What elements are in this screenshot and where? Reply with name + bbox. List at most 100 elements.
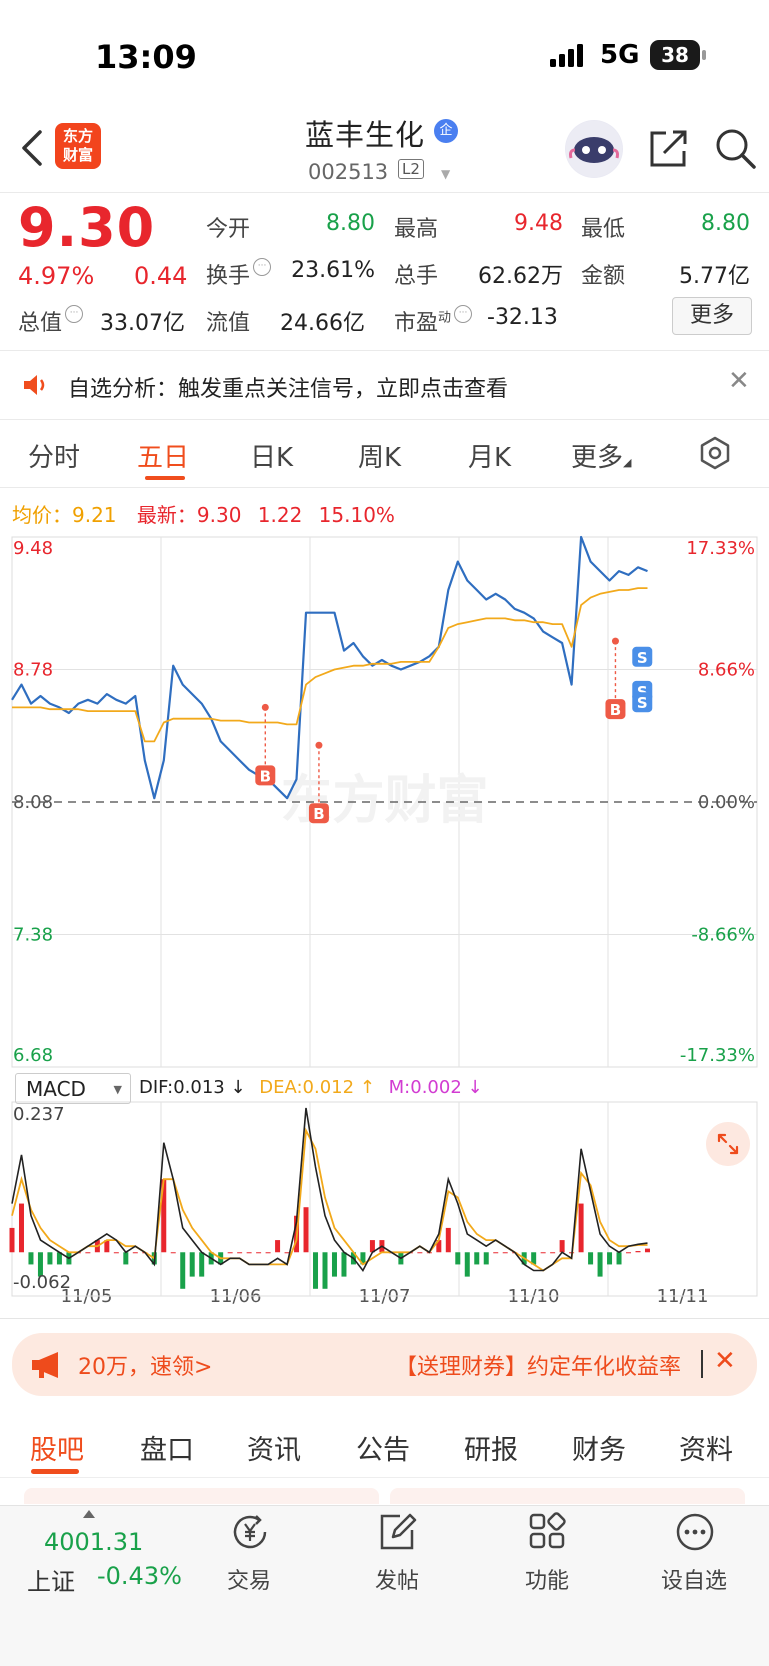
caret-up-icon[interactable] — [83, 1510, 95, 1518]
series-price — [11, 535, 648, 800]
y-axis-tick-left: 7.38 — [13, 925, 53, 946]
latest-pct: 15.10% — [318, 503, 395, 527]
y-axis-tick-left: 9.48 — [13, 538, 53, 559]
megaphone-icon — [32, 1352, 58, 1378]
change-amount: 0.44 — [134, 262, 188, 290]
notice-text[interactable]: 自选分析：触发重点关注信号，立即点击查看 — [68, 371, 508, 403]
nav-trade[interactable]: 交易 — [209, 1563, 289, 1595]
ad-separator — [701, 1350, 703, 1378]
nav-post[interactable]: 发帖 — [357, 1563, 437, 1595]
volume-label: 总手 — [394, 264, 439, 289]
sell-marker-label: S — [637, 649, 648, 667]
open-label: 今开 — [206, 217, 251, 242]
amount-value: 5.77亿 — [679, 264, 750, 289]
indicator-selector[interactable]: MACD ▼ — [15, 1073, 131, 1104]
compose-icon[interactable] — [378, 1512, 418, 1552]
tab-five-day[interactable]: 五日 — [137, 437, 189, 474]
macd-bar — [313, 1252, 319, 1289]
macd-bar — [502, 1252, 508, 1254]
y-axis-tick-left: 8.08 — [13, 792, 53, 813]
info-icon[interactable]: ··· — [65, 305, 84, 323]
tab-forum[interactable]: 股吧 — [30, 1428, 84, 1467]
macd-bar — [113, 1252, 119, 1254]
tab-profile[interactable]: 资料 — [679, 1428, 733, 1467]
ad-text-secondary[interactable]: 【送理财券】约定年化收益率 — [395, 1349, 697, 1381]
app-logo[interactable]: 东方 财富 — [55, 123, 101, 169]
macd-bar — [9, 1227, 15, 1253]
buy-marker-label: B — [260, 767, 271, 785]
ad-text-primary[interactable]: 20万，速领> — [78, 1349, 212, 1381]
battery-icon: 38 — [650, 40, 700, 70]
macd-bar — [550, 1252, 556, 1254]
macd-legend: DIF:0.013 ↓ DEA:0.012 ↑ M:0.002 ↓ — [139, 1077, 483, 1098]
tab-order-book[interactable]: 盘口 — [140, 1428, 194, 1467]
tab-more[interactable]: 更多◢ — [571, 437, 631, 474]
tab-weekly-k[interactable]: 周K — [358, 437, 401, 474]
macd-bar — [616, 1252, 622, 1265]
divider — [0, 1477, 769, 1478]
index-value[interactable]: 4001.31 — [44, 1528, 143, 1556]
macd-bar — [199, 1252, 205, 1277]
macd-bar — [341, 1252, 347, 1277]
series-avg — [12, 587, 648, 743]
nav-functions[interactable]: 功能 — [507, 1563, 587, 1595]
pe-label: 市盈动 ··· — [394, 305, 473, 337]
gear-icon[interactable] — [698, 436, 732, 470]
macd-bar — [170, 1252, 176, 1254]
y-axis-tick-right: -8.66% — [691, 925, 755, 946]
index-name[interactable]: 上证 — [27, 1562, 75, 1597]
tab-daily-k[interactable]: 日K — [250, 437, 293, 474]
change-percent: 4.97% — [18, 262, 95, 290]
chart-legend: 均价：9.21 最新：9.30 1.22 15.10% — [12, 499, 395, 528]
high-label: 最高 — [394, 217, 439, 242]
active-tab-indicator — [145, 476, 185, 480]
close-icon[interactable]: ✕ — [728, 366, 750, 396]
buy-marker-dot — [611, 637, 619, 645]
grid-icon[interactable] — [528, 1512, 566, 1550]
more-dots-icon[interactable] — [675, 1512, 715, 1552]
macd-y-top: 0.237 — [13, 1104, 65, 1125]
search-icon[interactable] — [714, 127, 756, 169]
divider — [0, 350, 769, 351]
back-arrow-icon[interactable] — [18, 128, 48, 168]
share-icon[interactable] — [648, 127, 690, 169]
y-axis-tick-right: -17.33% — [680, 1045, 755, 1066]
nav-add-watchlist[interactable]: 设自选 — [654, 1563, 734, 1595]
y-axis-tick-right: 8.66% — [698, 660, 755, 681]
expand-icon[interactable] — [706, 1122, 750, 1166]
macd-bar — [445, 1227, 451, 1253]
close-icon[interactable]: ✕ — [714, 1346, 736, 1376]
chevron-down-icon[interactable]: ▼ — [441, 167, 450, 181]
logo-line-1: 东方 — [62, 127, 93, 145]
y-axis-tick-right: 17.33% — [686, 538, 755, 559]
five-day-chart[interactable]: 东方财富9.488.788.087.386.6817.33%8.66%0.00%… — [0, 530, 769, 1310]
verified-badge: 企 — [434, 119, 458, 143]
index-percent[interactable]: -0.43% — [97, 1562, 182, 1590]
macd-bar — [47, 1252, 53, 1265]
macd-bar — [607, 1252, 613, 1265]
robot-avatar-icon[interactable] — [565, 120, 623, 178]
tab-monthly-k[interactable]: 月K — [468, 437, 511, 474]
macd-bar — [132, 1252, 138, 1254]
macd-bar — [28, 1252, 34, 1265]
total-value: 33.07亿 — [100, 311, 185, 336]
tab-intraday[interactable]: 分时 — [28, 437, 80, 474]
tab-financials[interactable]: 财务 — [572, 1428, 626, 1467]
y-axis-tick-left: 6.68 — [13, 1045, 53, 1066]
level-badge[interactable]: L2 — [398, 159, 424, 179]
latest-label: 最新： — [136, 503, 197, 527]
tab-news[interactable]: 资讯 — [247, 1428, 301, 1467]
tab-announcements[interactable]: 公告 — [356, 1428, 410, 1467]
amount-label: 金额 — [581, 264, 626, 289]
info-icon[interactable]: ··· — [454, 305, 473, 323]
tab-research[interactable]: 研报 — [464, 1428, 518, 1467]
macd-bar — [123, 1252, 129, 1265]
macd-bar — [246, 1252, 252, 1254]
turnover-value: 23.61% — [291, 258, 375, 283]
macd-bar — [322, 1252, 328, 1289]
info-icon[interactable]: ··· — [253, 258, 272, 276]
macd-bar — [474, 1252, 480, 1265]
more-button[interactable]: 更多 — [672, 297, 752, 335]
yen-exchange-icon[interactable] — [229, 1512, 273, 1552]
stock-code[interactable]: 002513 — [308, 160, 388, 184]
